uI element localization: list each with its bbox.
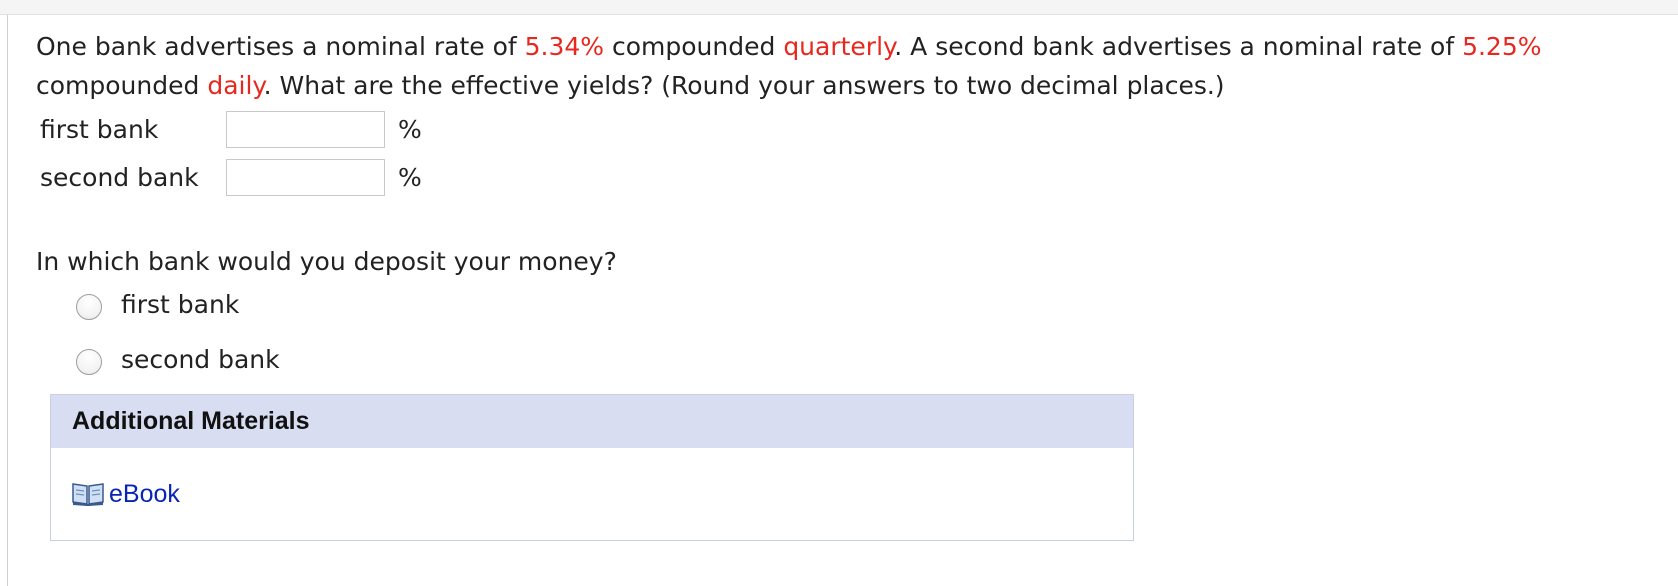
frequency-first-bank: quarterly (783, 32, 895, 61)
choice-label-second-bank[interactable]: second bank (121, 343, 280, 377)
additional-materials-header: Additional Materials (51, 395, 1133, 448)
answer-label-second-bank: second bank (40, 163, 199, 192)
second-bank-yield-input[interactable] (226, 159, 385, 196)
question-part-4: compounded (36, 71, 208, 100)
book-icon (72, 483, 104, 506)
first-bank-yield-input[interactable] (226, 111, 385, 148)
radio-second-bank[interactable] (76, 349, 102, 375)
choice-label-first-bank[interactable]: first bank (121, 288, 239, 322)
rate-second-bank: 5.25% (1462, 32, 1542, 61)
question-part-1: One bank advertises a nominal rate of (36, 32, 525, 61)
percent-unit-first-bank: % (398, 115, 422, 144)
answer-label-first-bank: first bank (40, 115, 159, 144)
question-part-5: . What are the effective yields? (Round … (263, 71, 1225, 100)
frequency-second-bank: daily (207, 71, 264, 100)
left-rule (7, 15, 8, 586)
ebook-link[interactable]: eBook (71, 479, 180, 509)
ebook-label[interactable]: eBook (109, 480, 180, 508)
top-strip (0, 0, 1678, 15)
question-part-2: compounded (604, 32, 784, 61)
radio-first-bank[interactable] (76, 294, 102, 320)
question-part-3: . A second bank advertises a nominal rat… (894, 32, 1463, 61)
additional-materials-panel: Additional Materials eBook (50, 394, 1134, 541)
rate-first-bank: 5.34% (524, 32, 605, 61)
question-text: One bank advertises a nominal rate of 5.… (36, 27, 1636, 105)
deposit-question: In which bank would you deposit your mon… (36, 247, 617, 276)
percent-unit-second-bank: % (398, 163, 422, 192)
